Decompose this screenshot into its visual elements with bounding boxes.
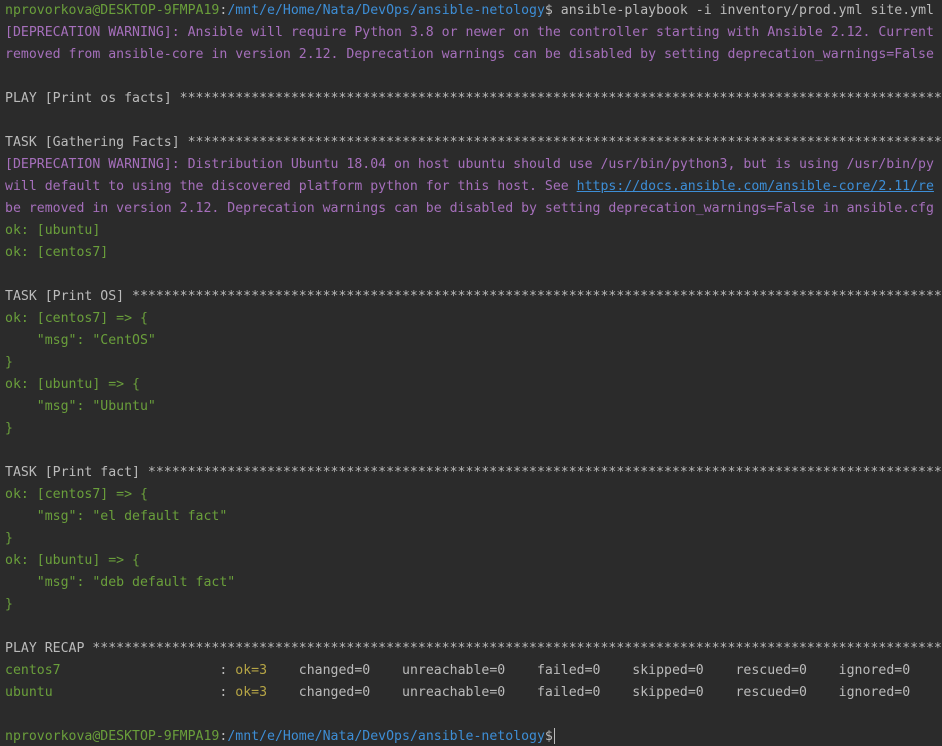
terminal-line: PLAY [Print os facts] ******************… [5, 88, 942, 110]
terminal-text: nprovorkova@DESKTOP-9FMPA19 [5, 729, 220, 744]
terminal-text: ok: [centos7] => { [5, 311, 148, 326]
terminal-text: PLAY [Print os facts] ******************… [5, 91, 942, 106]
terminal-text: [DEPRECATION WARNING]: Ansible will requ… [5, 25, 934, 40]
terminal-text: } [5, 355, 13, 370]
terminal-text: ok: [ubuntu] [5, 223, 101, 238]
terminal-line: TASK [Print OS] ************************… [5, 286, 942, 308]
terminal-line: ubuntu : ok=3 changed=0 unreachable=0 fa… [5, 682, 942, 704]
text-cursor [553, 728, 555, 744]
terminal-text: $ ansible-playbook -i inventory/prod.yml… [544, 3, 934, 18]
terminal-line: } [5, 352, 942, 374]
terminal-text: $ [544, 729, 553, 744]
terminal-link[interactable]: https://docs.ansible.com/ansible-core/2.… [577, 179, 934, 194]
terminal-line: nprovorkova@DESKTOP-9FMPA19:/mnt/e/Home/… [5, 726, 942, 746]
terminal-line: TASK [Gathering Facts] *****************… [5, 132, 942, 154]
terminal-line: ok: [ubuntu] => { [5, 550, 942, 572]
terminal-text: ok=3 [235, 663, 268, 678]
terminal-line: "msg": "CentOS" [5, 330, 942, 352]
terminal-text: ok: [centos7] [5, 245, 109, 260]
terminal-line: ok: [ubuntu] [5, 220, 942, 242]
terminal-text: removed from ansible-core in version 2.1… [5, 47, 934, 62]
terminal-text: ok: [centos7] => { [5, 487, 148, 502]
terminal-text: } [5, 421, 13, 436]
terminal-text: changed=0 unreachable=0 failed=0 skipped… [267, 685, 911, 700]
terminal-text: "msg": "Ubuntu" [5, 399, 156, 414]
terminal-window[interactable]: nprovorkova@DESKTOP-9FMPA19: /mnt/e/Home/… [0, 0, 942, 746]
terminal-text: ubuntu [5, 685, 220, 700]
terminal-text: /mnt/e/Home/Nata/DevOps/ansible-netology [227, 3, 545, 18]
terminal-text: be removed in version 2.12. Deprecation … [5, 201, 934, 216]
terminal-text: "msg": "CentOS" [5, 333, 156, 348]
terminal-text: /mnt/e/Home/Nata/DevOps/ansible-netology [227, 729, 545, 744]
terminal-text: "msg": "el default fact" [5, 509, 228, 524]
terminal-line: nprovorkova@DESKTOP-9FMPA19:/mnt/e/Home/… [5, 0, 942, 22]
terminal-text: TASK [Print OS] ************************… [5, 289, 942, 304]
terminal-text: will default to using the discovered pla… [5, 179, 577, 194]
terminal-line: ok: [ubuntu] => { [5, 374, 942, 396]
terminal-line: will default to using the discovered pla… [5, 176, 942, 198]
terminal-text: ok: [ubuntu] => { [5, 553, 140, 568]
terminal-text: TASK [Print fact] **********************… [5, 465, 942, 480]
terminal-line: TASK [Print fact] **********************… [5, 462, 942, 484]
terminal-line: [DEPRECATION WARNING]: Distribution Ubun… [5, 154, 942, 176]
terminal-line: } [5, 528, 942, 550]
terminal-text: } [5, 531, 13, 546]
terminal-text: ok: [ubuntu] => { [5, 377, 140, 392]
terminal-line: "msg": "el default fact" [5, 506, 942, 528]
terminal-line: PLAY RECAP *****************************… [5, 638, 942, 660]
terminal-text: : [219, 685, 236, 700]
terminal-line: } [5, 594, 942, 616]
terminal-line: ok: [centos7] => { [5, 484, 942, 506]
terminal-text: } [5, 597, 13, 612]
terminal-text: nprovorkova@DESKTOP-9FMPA19 [5, 3, 220, 18]
terminal-text: : [219, 663, 236, 678]
terminal-line: [DEPRECATION WARNING]: Ansible will requ… [5, 22, 942, 44]
terminal-line: "msg": "deb default fact" [5, 572, 942, 594]
terminal-text: PLAY RECAP *****************************… [5, 641, 942, 656]
terminal-text: [DEPRECATION WARNING]: Distribution Ubun… [5, 157, 934, 172]
terminal-line: } [5, 418, 942, 440]
terminal-text: ok=3 [235, 685, 268, 700]
terminal-line: ok: [centos7] => { [5, 308, 942, 330]
terminal-text: "msg": "deb default fact" [5, 575, 236, 590]
terminal-text: TASK [Gathering Facts] *****************… [5, 135, 942, 150]
terminal-line: centos7 : ok=3 changed=0 unreachable=0 f… [5, 660, 942, 682]
terminal-line: removed from ansible-core in version 2.1… [5, 44, 942, 66]
terminal-line: be removed in version 2.12. Deprecation … [5, 198, 942, 220]
terminal-line: ok: [centos7] [5, 242, 942, 264]
terminal-line: "msg": "Ubuntu" [5, 396, 942, 418]
terminal-text: centos7 [5, 663, 220, 678]
terminal-text: changed=0 unreachable=0 failed=0 skipped… [267, 663, 911, 678]
